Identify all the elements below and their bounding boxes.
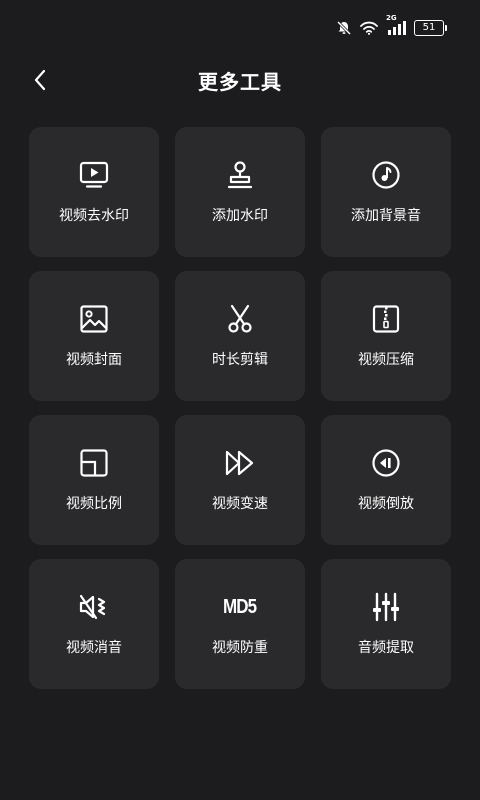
tool-label: 视频消音 (66, 640, 122, 656)
tool-audio-extract[interactable]: 音频提取 (321, 559, 451, 689)
rewind-icon (370, 447, 402, 479)
tool-label: 视频去水印 (59, 208, 129, 224)
tool-video-cover[interactable]: 视频封面 (29, 271, 159, 401)
image-icon (78, 303, 110, 335)
status-bar: 2G 51 (0, 0, 480, 60)
aspect-ratio-icon (78, 447, 110, 479)
stamp-icon (224, 159, 256, 191)
tool-label: 视频防重 (212, 640, 268, 656)
mute-icon (78, 591, 110, 623)
tool-label: 视频封面 (66, 352, 122, 368)
page-title: 更多工具 (198, 70, 282, 94)
tool-label: 视频比例 (66, 496, 122, 512)
tool-label: 添加水印 (212, 208, 268, 224)
tool-label: 音频提取 (358, 640, 414, 656)
network-type: 2G (386, 14, 397, 22)
tool-remove-watermark[interactable]: 视频去水印 (29, 127, 159, 257)
tool-label: 视频变速 (212, 496, 268, 512)
md5-text: MD5 (223, 596, 257, 618)
tool-label: 视频倒放 (358, 496, 414, 512)
tool-add-background-music[interactable]: 添加背景音 (321, 127, 451, 257)
tool-label: 视频压缩 (358, 352, 414, 368)
wifi-icon (360, 21, 378, 35)
status-icons: 2G 51 (336, 14, 447, 36)
music-disc-icon (370, 159, 402, 191)
tool-video-dedup[interactable]: MD5 视频防重 (175, 559, 305, 689)
scissors-icon (224, 303, 256, 335)
tool-video-ratio[interactable]: 视频比例 (29, 415, 159, 545)
fast-forward-icon (224, 447, 256, 479)
battery-indicator: 51 (414, 20, 447, 36)
tool-video-reverse[interactable]: 视频倒放 (321, 415, 451, 545)
tools-grid: 视频去水印 添加水印 添加背景音 视频封面 时长剪辑 视频压缩 视频比例 视频变… (29, 127, 451, 689)
cellular-signal-icon: 2G (386, 14, 406, 36)
header: 更多工具 (0, 60, 480, 104)
tool-label: 添加背景音 (351, 208, 421, 224)
tv-play-icon (78, 159, 110, 191)
tool-add-watermark[interactable]: 添加水印 (175, 127, 305, 257)
zip-icon (370, 303, 402, 335)
equalizer-icon (370, 591, 402, 623)
bell-off-icon (336, 20, 352, 36)
tool-label: 时长剪辑 (212, 352, 268, 368)
tool-duration-trim[interactable]: 时长剪辑 (175, 271, 305, 401)
tool-video-compress[interactable]: 视频压缩 (321, 271, 451, 401)
tool-video-speed[interactable]: 视频变速 (175, 415, 305, 545)
md5-icon: MD5 (223, 591, 257, 623)
tool-video-mute[interactable]: 视频消音 (29, 559, 159, 689)
